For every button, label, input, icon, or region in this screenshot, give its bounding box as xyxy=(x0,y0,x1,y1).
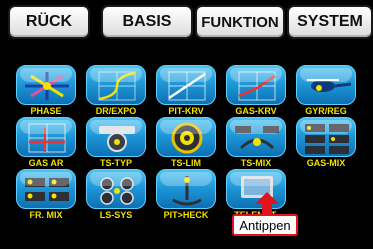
swashplate-type-icon xyxy=(86,117,146,157)
menu-item-dr-expo[interactable]: DR/EXPO xyxy=(86,65,146,117)
menu-item-gas-krv[interactable]: GAS-KRV xyxy=(226,65,286,117)
menu-item-gas-ar[interactable]: GAS AR xyxy=(16,117,76,169)
menu-item-phase[interactable]: PHASE xyxy=(16,65,76,117)
menu-item-label: GYR/REG xyxy=(305,106,347,116)
logic-switch-icon xyxy=(86,169,146,209)
pitch-to-tail-icon xyxy=(156,169,216,209)
throttle-mix-icon xyxy=(296,117,356,157)
dr-expo-icon xyxy=(86,65,146,105)
tab-basis[interactable]: BASIS xyxy=(101,5,193,39)
menu-item-label: PIT>HECK xyxy=(163,210,209,220)
tap-callout: Antippen xyxy=(232,214,298,236)
free-mix-icon xyxy=(16,169,76,209)
gyro-governor-icon xyxy=(296,65,356,105)
menu-item-label: DR/EXPO xyxy=(95,106,137,116)
swashplate-limit-icon xyxy=(156,117,216,157)
menu-item-pit-krv[interactable]: PIT-KRV xyxy=(156,65,216,117)
menu-item-ls-sys[interactable]: LS-SYS xyxy=(86,169,146,221)
menu-item-fr-mix[interactable]: FR. MIX xyxy=(16,169,76,221)
pitch-curve-icon xyxy=(156,65,216,105)
screen: RÜCK BASIS FUNKTION SYSTEM PHASE DR/EXPO… xyxy=(0,0,373,249)
menu-item-label: FR. MIX xyxy=(29,210,63,220)
tap-arrow-icon xyxy=(255,192,279,216)
menu-item-label: GAS-MIX xyxy=(306,158,346,168)
menu-item-label: LS-SYS xyxy=(99,210,133,220)
throttle-curve-icon xyxy=(226,65,286,105)
tab-back[interactable]: RÜCK xyxy=(8,5,90,39)
tab-system[interactable]: SYSTEM xyxy=(287,5,373,39)
menu-item-label: GAS-KRV xyxy=(235,106,277,116)
menu-item-gyr-reg[interactable]: GYR/REG xyxy=(296,65,356,117)
menu-item-label: TS-TYP xyxy=(99,158,132,168)
menu-item-label: PIT-KRV xyxy=(168,106,204,116)
menu-item-gas-mix[interactable]: GAS-MIX xyxy=(296,117,356,169)
tab-bar: RÜCK BASIS FUNKTION SYSTEM xyxy=(8,5,373,41)
swashplate-mix-icon xyxy=(226,117,286,157)
menu-item-ts-typ[interactable]: TS-TYP xyxy=(86,117,146,169)
phase-icon xyxy=(16,65,76,105)
menu-item-ts-lim[interactable]: TS-LIM xyxy=(156,117,216,169)
throttle-ar-icon xyxy=(16,117,76,157)
menu-item-label: PHASE xyxy=(30,106,62,116)
menu-item-ts-mix[interactable]: TS-MIX xyxy=(226,117,286,169)
menu-item-label: TS-LIM xyxy=(171,158,201,168)
tab-funktion[interactable]: FUNKTION xyxy=(195,5,285,39)
menu-item-pit-heck[interactable]: PIT>HECK xyxy=(156,169,216,221)
menu-item-label: GAS AR xyxy=(28,158,64,168)
menu-item-label: TS-MIX xyxy=(240,158,272,168)
